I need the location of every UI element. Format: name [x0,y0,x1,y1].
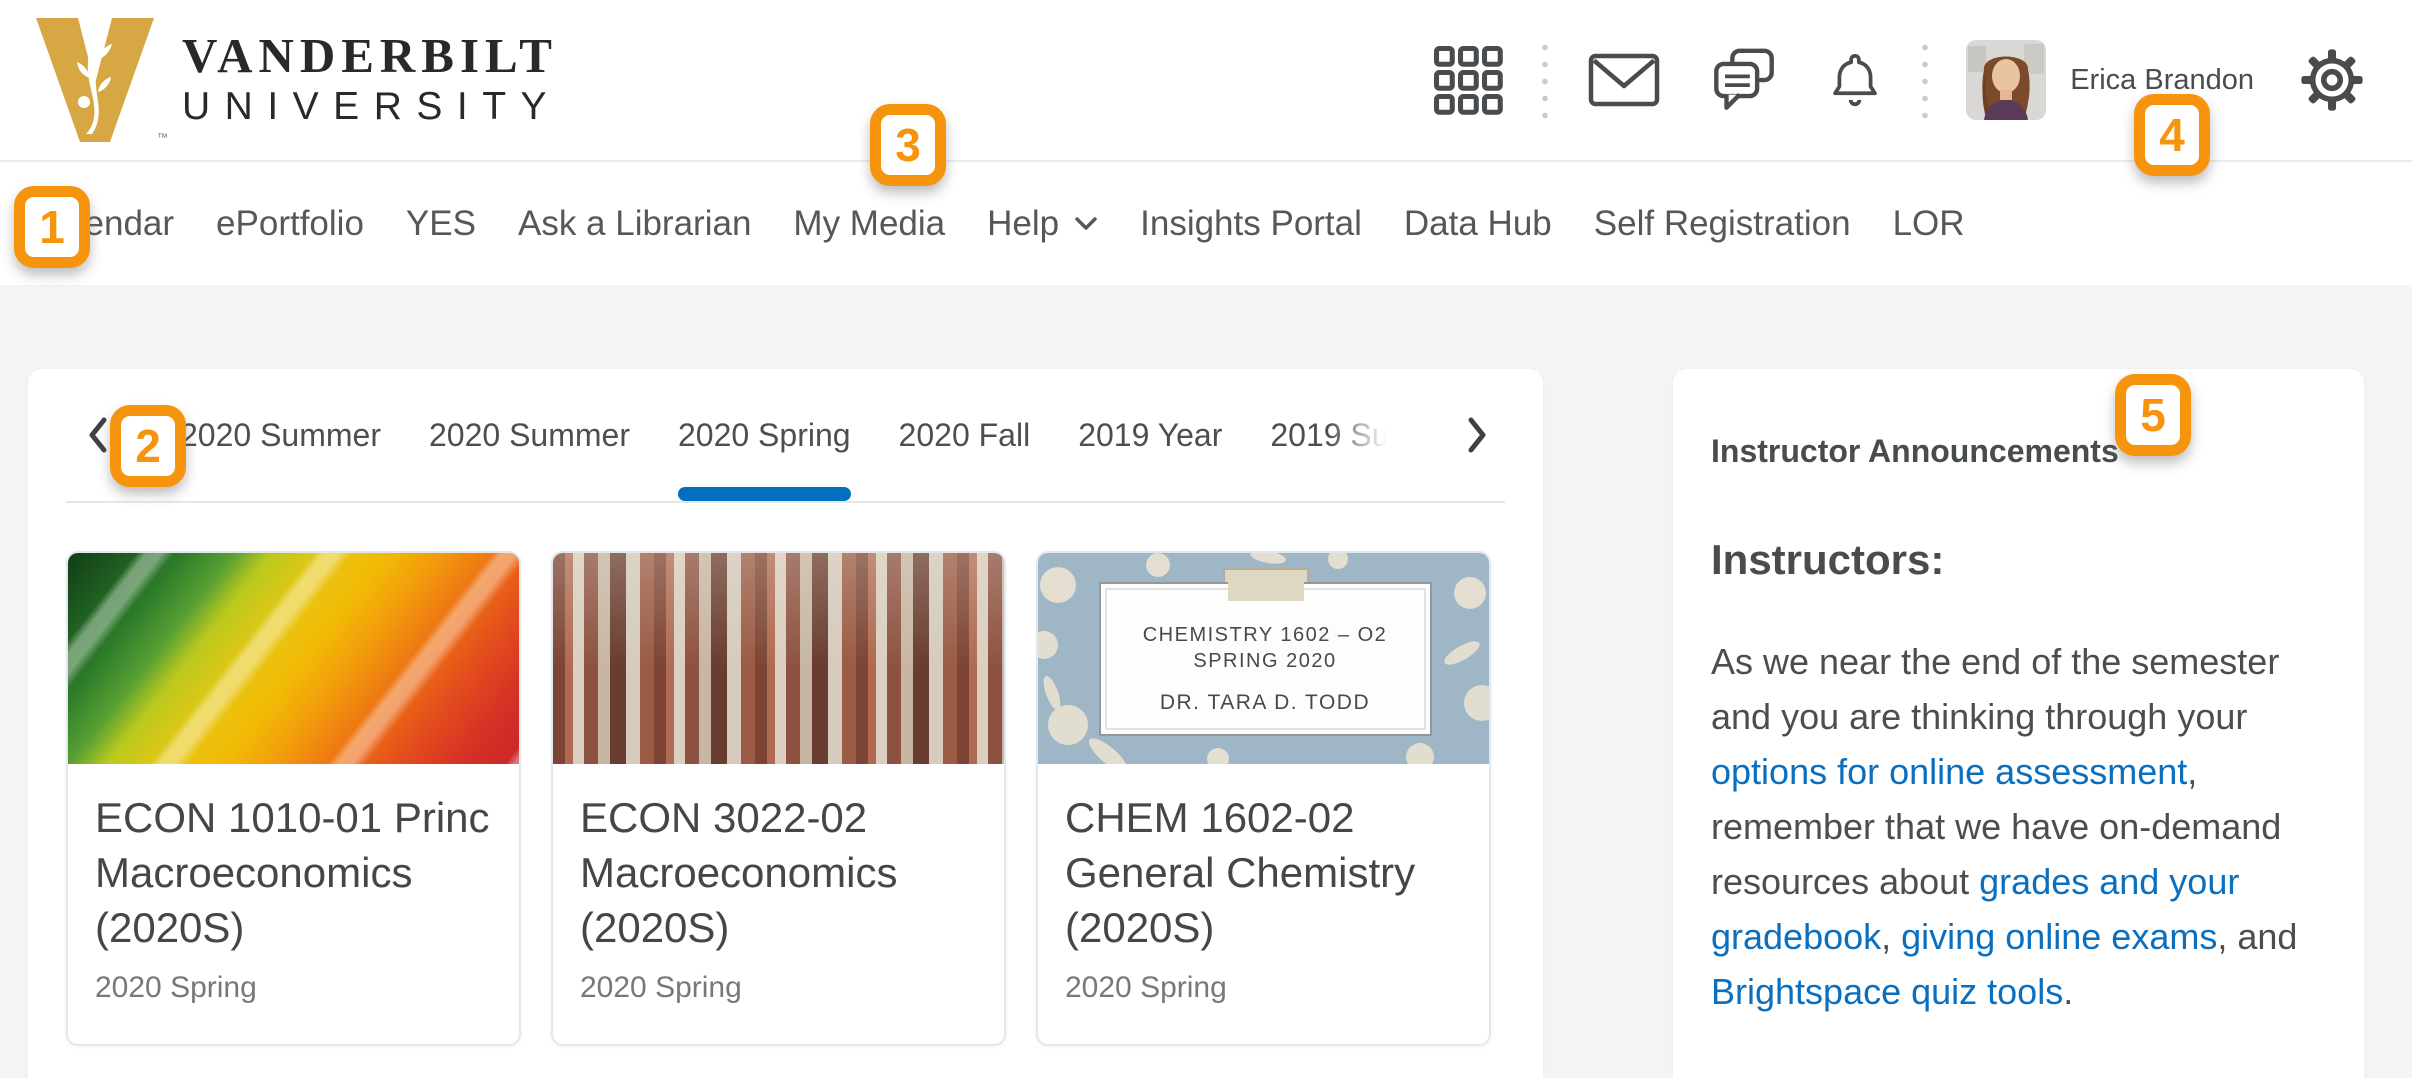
slide-title-line2: SPRING 2020 [1193,650,1336,672]
gear-icon[interactable] [2300,48,2364,112]
nav-item-label: My Media [793,204,945,244]
tab-2020-spring-3[interactable]: 2020 Spring [678,369,851,501]
tab-label: 2020 Fall [899,417,1031,454]
chevron-right-icon[interactable] [1461,414,1491,456]
announcement-link-brightspace-quiz-tools[interactable]: Brightspace quiz tools [1711,971,2063,1012]
announcement-link-giving-online-exams[interactable]: giving online exams [1901,916,2217,957]
tab-2020-summer-1[interactable]: 2020 Summer [180,369,381,501]
course-image-title-slide: CHEMISTRY 1602 – O2 SPRING 2020 DR. TARA… [1038,553,1489,764]
course-card-body: ECON 1010-01 Princ Macroeconomics (2020S… [68,764,519,1005]
annotation-badge-1: 1 [14,186,90,268]
announcement-text: As we near the end of the semester and y… [1711,641,2279,737]
course-card-body: ECON 3022-02 Macroeconomics (2020S) 2020… [553,764,1004,1005]
tab-label: 2020 Summer [180,417,381,454]
nav-item-label: LOR [1893,204,1965,244]
announcements-title: Instructor Announcements [1711,433,2326,470]
header-divider [1922,39,1928,121]
course-title: CHEM 1602-02 General Chemistry (2020S) [1065,790,1462,955]
announcement-text: , and [2217,916,2297,957]
annotation-badge-5: 5 [2115,374,2191,456]
tab-2019-year-5[interactable]: 2019 Year [1078,369,1222,501]
slide-instructor-name: DR. TARA D. TODD [1160,691,1370,714]
course-card-body: CHEM 1602-02 General Chemistry (2020S) 2… [1038,764,1489,1005]
vanderbilt-v-shield-icon: ™ [34,14,156,146]
course-title: ECON 1010-01 Princ Macroeconomics (2020S… [95,790,492,955]
logo-line-university: UNIVERSITY [182,85,561,129]
annotation-badge-3: 3 [870,104,946,186]
announcement-text: . [2063,971,2073,1012]
announcement-text: , [1881,916,1901,957]
header-divider [1542,39,1548,121]
course-cards-row: ECON 1010-01 Princ Macroeconomics (2020S… [66,551,1505,1046]
nav-item-eportfolio[interactable]: ePortfolio [216,204,364,244]
course-title: ECON 3022-02 Macroeconomics (2020S) [580,790,977,955]
course-image-red-forest [553,553,1004,764]
tab-2020-summer-2[interactable]: 2020 Summer [429,369,630,501]
nav-item-insights-portal[interactable]: Insights Portal [1140,204,1362,244]
primary-nav-list: CalendarePortfolioYESAsk a LibrarianMy M… [0,204,1965,244]
course-card-econ-1010[interactable]: ECON 1010-01 Princ Macroeconomics (2020S… [66,551,521,1046]
annotation-badge-4: 4 [2134,94,2210,176]
tab-fade-overlay [1328,369,1398,501]
tab-2019-summer-6[interactable]: 2019 Summer [1270,369,1398,501]
nav-item-label: YES [406,204,476,244]
course-term: 2020 Spring [1065,971,1462,1005]
nav-item-self-registration[interactable]: Self Registration [1594,204,1851,244]
nav-item-label: Self Registration [1594,204,1851,244]
vanderbilt-logo[interactable]: ™ VANDERBILT UNIVERSITY [34,14,561,146]
nav-item-label: Insights Portal [1140,204,1362,244]
chevron-down-icon [1074,216,1098,231]
nav-item-label: Data Hub [1404,204,1552,244]
nav-item-yes[interactable]: YES [406,204,476,244]
tab-label: 2019 Year [1078,417,1222,454]
user-name[interactable]: Erica Brandon [2070,64,2254,97]
announcement-link-options-for-online-assessment[interactable]: options for online assessment [1711,751,2187,792]
course-term: 2020 Spring [580,971,977,1005]
course-image-colored-pencils [68,553,519,764]
announcement-body: As we near the end of the semester and y… [1711,634,2326,1019]
annotation-badge-2: 2 [110,405,186,487]
primary-nav: CalendarePortfolioYESAsk a LibrarianMy M… [0,162,2412,285]
main-content: 2020 Summer 2020 Summer 2020 Spring 2020 Fa… [0,285,2412,1078]
my-courses-widget: 2020 Summer 2020 Summer 2020 Spring 2020 Fa… [28,369,1543,1078]
logo-wordmark: VANDERBILT UNIVERSITY [182,31,561,129]
announcement-footer-partial: For more answers, check out our [1711,1065,2326,1078]
header-actions: Erica Brandon [1432,39,2364,121]
logo-line-vanderbilt: VANDERBILT [182,31,561,81]
instructor-announcements-widget: Instructor Announcements Instructors: As… [1673,369,2364,1078]
nav-item-data-hub[interactable]: Data Hub [1404,204,1552,244]
nav-item-label: Help [987,204,1059,244]
bell-icon[interactable] [1826,46,1884,114]
trademark-symbol: ™ [157,132,168,144]
announcements-subheading: Instructors: [1711,536,2326,584]
brightspace-homepage: { "header": { "logo": { "line1": "VANDER… [0,0,2412,1078]
nav-item-label: Ask a Librarian [518,204,751,244]
nav-item-lor[interactable]: LOR [1893,204,1965,244]
top-header: ™ VANDERBILT UNIVERSITY [0,0,2412,162]
slide-title-line1: CHEMISTRY 1602 – O2 [1143,624,1388,646]
nav-item-my-media[interactable]: My Media [793,204,945,244]
app-grid-icon[interactable] [1432,44,1504,116]
course-tabs-row: 2020 Summer 2020 Summer 2020 Spring 2020 Fa… [66,369,1505,503]
nav-item-help[interactable]: Help [987,204,1098,244]
nav-item-ask-a-librarian[interactable]: Ask a Librarian [518,204,751,244]
tab-2020-fall-4[interactable]: 2020 Fall [899,369,1031,501]
course-term-tabs: 2020 Summer 2020 Summer 2020 Spring 2020 Fa… [180,369,1398,501]
user-avatar[interactable] [1966,40,2046,120]
course-card-chem-1602[interactable]: CHEMISTRY 1602 – O2 SPRING 2020 DR. TARA… [1036,551,1491,1046]
nav-item-label: ePortfolio [216,204,364,244]
course-term: 2020 Spring [95,971,492,1005]
mail-icon[interactable] [1586,50,1662,110]
course-card-econ-3022[interactable]: ECON 3022-02 Macroeconomics (2020S) 2020… [551,551,1006,1046]
tab-label: 2020 Summer [429,417,630,454]
chat-icon[interactable] [1708,45,1780,115]
tab-label: 2020 Spring [678,417,851,454]
